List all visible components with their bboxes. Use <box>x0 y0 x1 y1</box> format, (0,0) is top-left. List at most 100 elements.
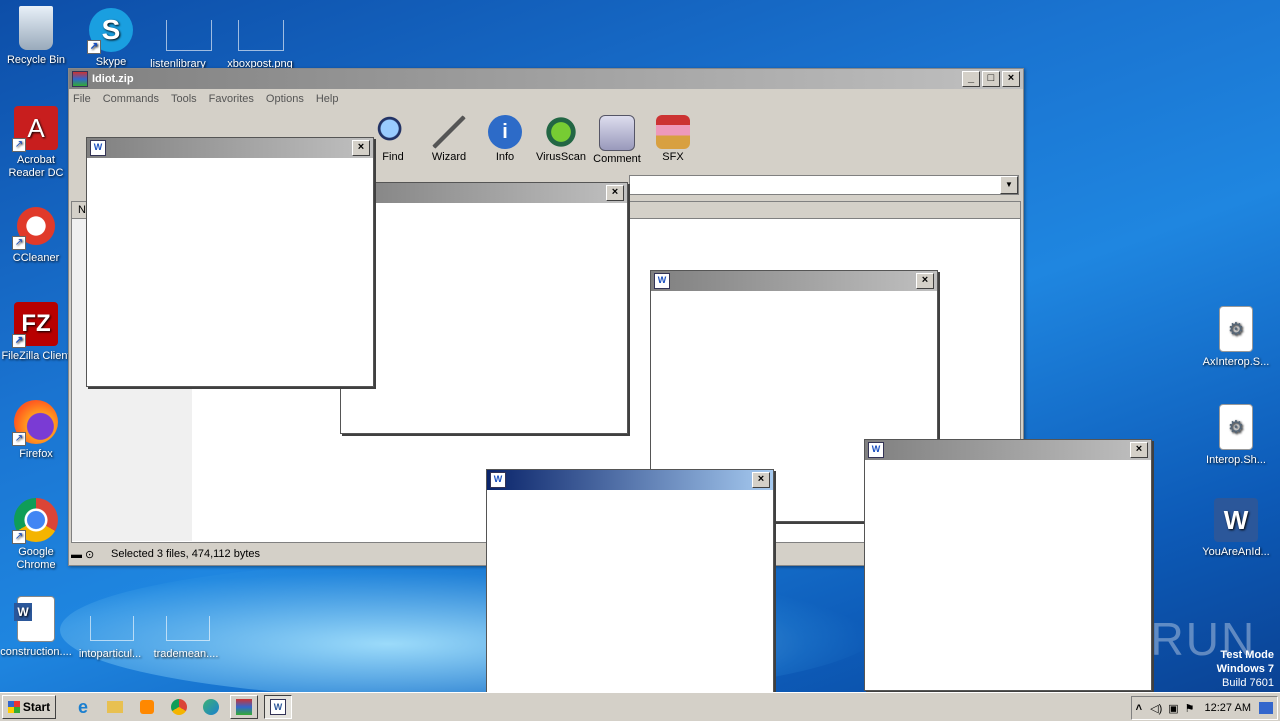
blank-file-icon <box>166 20 212 51</box>
close-button[interactable]: × <box>916 273 934 289</box>
taskbar-chrome[interactable] <box>166 696 192 718</box>
popup-titlebar[interactable]: W × <box>865 440 1151 460</box>
info-button[interactable]: i Info <box>477 115 533 163</box>
chevron-down-icon[interactable]: ▼ <box>1000 176 1018 194</box>
popup-window-2[interactable]: × <box>340 182 628 434</box>
windows-version-line: Windows 7 <box>1216 663 1274 675</box>
show-desktop-icon[interactable] <box>1259 702 1273 714</box>
action-center-flag-icon[interactable]: ⚑ <box>1185 702 1195 715</box>
word-icon: W <box>1214 498 1258 542</box>
start-button[interactable]: Start <box>2 695 56 719</box>
comment-icon <box>599 115 635 151</box>
volume-icon[interactable]: ◁) <box>1150 702 1162 715</box>
menu-tools[interactable]: Tools <box>171 93 197 105</box>
comment-label: Comment <box>593 153 641 165</box>
status-text: Selected 3 files, 474,112 bytes <box>111 548 261 560</box>
word-small-icon: W <box>654 273 670 289</box>
taskbar-ie[interactable]: e <box>70 696 96 718</box>
popup-window-active[interactable]: W × <box>486 469 774 721</box>
chrome-icon: ↗ <box>12 498 58 544</box>
wizard-button[interactable]: Wizard <box>421 115 477 163</box>
minimize-button[interactable]: _ <box>962 71 980 87</box>
taskbar: Start e W ˄ ◁) ▣ ⚑ 12:27 AM <box>0 692 1280 721</box>
dll-file-icon: ⚙ <box>1219 306 1253 352</box>
wizard-label: Wizard <box>431 151 467 163</box>
recycle-bin-icon <box>19 6 53 50</box>
show-hidden-icons-button[interactable]: ˄ <box>1136 702 1142 714</box>
close-button[interactable]: × <box>752 472 770 488</box>
word-small-icon: W <box>868 442 884 458</box>
desktop-icon-skype[interactable]: S ↗ Skype <box>73 8 149 69</box>
sfx-button[interactable]: SFX <box>645 115 701 163</box>
menu-commands[interactable]: Commands <box>103 93 159 105</box>
desktop-icon-trademean[interactable]: trademean.... <box>148 612 224 661</box>
desktop-icon-chrome[interactable]: ↗ Google Chrome <box>0 498 74 572</box>
popup-window-1[interactable]: W × <box>86 137 374 387</box>
path-dropdown[interactable]: ▼ <box>629 175 1019 195</box>
drive-icon: ▬ ⊙ <box>71 548 95 561</box>
word-small-icon: W <box>270 699 286 715</box>
test-mode-notice: Test Mode Windows 7 Build 7601 <box>1217 648 1274 690</box>
network-icon[interactable]: ▣ <box>1168 702 1178 715</box>
filezilla-icon: FZ ↗ <box>12 302 58 348</box>
desktop-icon-acrobat[interactable]: A ↗ Acrobat Reader DC <box>0 106 74 180</box>
info-label: Info <box>495 151 515 163</box>
popup-titlebar[interactable]: W × <box>87 138 373 158</box>
media-player-icon <box>140 700 154 714</box>
popup-titlebar[interactable]: × <box>341 183 627 203</box>
taskbar-explorer[interactable] <box>102 696 128 718</box>
desktop-icon-recycle-bin[interactable]: Recycle Bin <box>0 6 74 67</box>
taskbar-edge[interactable] <box>198 696 224 718</box>
window-title: Idiot.zip <box>92 73 134 85</box>
desktop-icon-xboxpost[interactable]: xboxpost.png <box>222 20 298 71</box>
wand-icon <box>432 115 466 149</box>
desktop-icon-listenlibrary[interactable]: listenlibrary <box>140 20 216 71</box>
taskbar-word[interactable]: W <box>264 695 292 719</box>
sfx-box-icon <box>656 115 690 149</box>
test-mode-line: Test Mode <box>1220 649 1274 661</box>
desktop-icon-filezilla[interactable]: FZ ↗ FileZilla Client <box>0 302 74 363</box>
system-tray: ˄ ◁) ▣ ⚑ 12:27 AM <box>1130 696 1278 720</box>
close-button[interactable]: × <box>352 140 370 156</box>
ie-icon: e <box>77 696 88 717</box>
desktop-icon-intoparticul[interactable]: intoparticul... <box>72 612 148 661</box>
close-button[interactable]: × <box>1130 442 1148 458</box>
desktop-icon-youareanidiot[interactable]: W YouAreAnId... <box>1198 498 1274 559</box>
comment-button[interactable]: Comment <box>589 115 645 165</box>
shortcut-arrow-icon: ↗ <box>12 236 26 250</box>
desktop-icon-construction[interactable]: W construction.... <box>0 596 74 659</box>
blank-file-icon <box>238 20 284 51</box>
word-small-icon: W <box>90 140 106 156</box>
popup-window-4[interactable]: W × <box>864 439 1152 691</box>
menu-favorites[interactable]: Favorites <box>209 93 254 105</box>
menu-options[interactable]: Options <box>266 93 304 105</box>
popup-titlebar[interactable]: W × <box>487 470 773 490</box>
virusscan-button[interactable]: VirusScan <box>533 115 589 163</box>
maximize-button[interactable]: □ <box>982 71 1000 87</box>
desktop-icon-axinterop[interactable]: ⚙ AxInterop.S... <box>1198 306 1274 369</box>
ccleaner-icon: ↗ <box>12 204 58 250</box>
magnifier-icon <box>376 115 410 149</box>
menu-file[interactable]: File <box>73 93 91 105</box>
menu-bar: File Commands Tools Favorites Options He… <box>69 89 1023 109</box>
close-button[interactable]: × <box>1002 71 1020 87</box>
windows-logo-icon <box>7 701 20 713</box>
desktop-icon-ccleaner[interactable]: ↗ CCleaner <box>0 204 74 265</box>
sfx-label: SFX <box>662 151 684 163</box>
column-name-header: N <box>78 204 86 216</box>
taskbar-media[interactable] <box>134 696 160 718</box>
desktop-icon-interop[interactable]: ⚙ Interop.Sh... <box>1198 404 1274 467</box>
firefox-icon: ↗ <box>12 400 58 446</box>
shortcut-arrow-icon: ↗ <box>87 40 101 54</box>
start-label: Start <box>22 700 51 714</box>
taskbar-winrar[interactable] <box>230 695 258 719</box>
chrome-icon <box>171 699 187 715</box>
clock[interactable]: 12:27 AM <box>1205 702 1251 714</box>
desktop-icon-firefox[interactable]: ↗ Firefox <box>0 400 74 461</box>
menu-help[interactable]: Help <box>316 93 339 105</box>
close-button[interactable]: × <box>606 185 624 201</box>
shortcut-arrow-icon: ↗ <box>12 334 26 348</box>
winrar-titlebar[interactable]: Idiot.zip _ □ × <box>69 69 1023 89</box>
popup-titlebar[interactable]: W × <box>651 271 937 291</box>
edge-icon <box>203 699 219 715</box>
